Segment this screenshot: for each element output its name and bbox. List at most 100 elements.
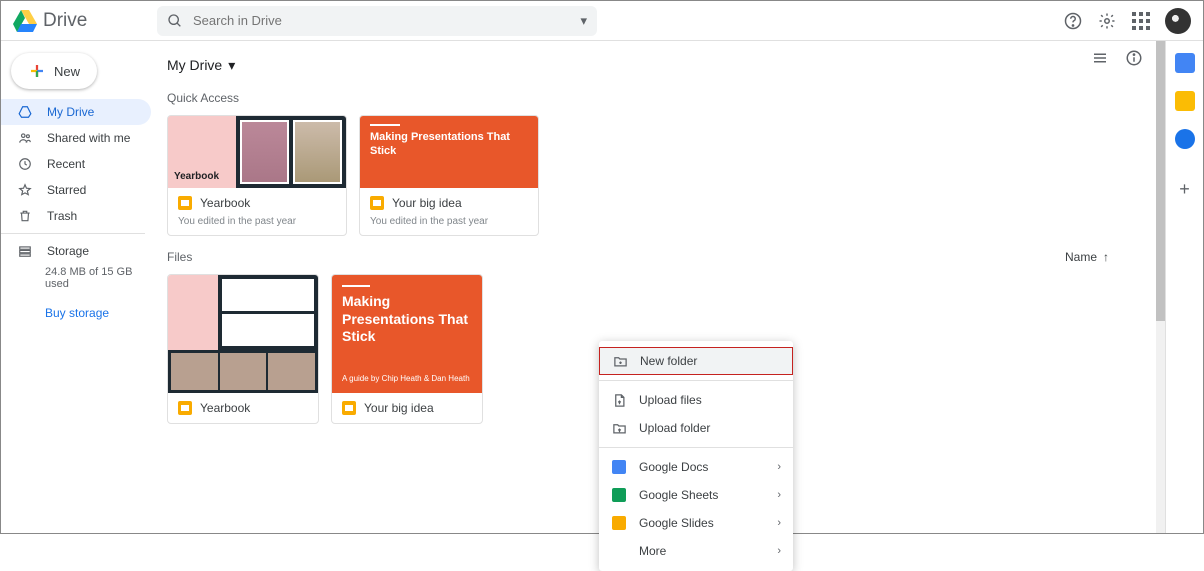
menu-google-docs[interactable]: Google Docs › — [599, 453, 793, 481]
folder-upload-icon — [611, 420, 627, 436]
storage-usage: 24.8 MB of 15 GB used — [1, 266, 151, 290]
file-card[interactable]: Making Presentations That Stick A guide … — [331, 274, 483, 424]
star-icon — [17, 183, 33, 197]
menu-label: New folder — [640, 354, 697, 368]
calendar-icon[interactable] — [1175, 53, 1195, 73]
buy-storage-link[interactable]: Buy storage — [1, 306, 151, 320]
menu-new-folder[interactable]: New folder — [599, 347, 793, 375]
thumb-label: Yearbook — [174, 171, 219, 182]
menu-upload-folder[interactable]: Upload folder — [599, 414, 793, 442]
menu-more[interactable]: More › — [599, 537, 793, 565]
file-thumbnail — [168, 275, 318, 393]
docs-icon — [611, 459, 627, 475]
file-card[interactable]: Yearbook — [167, 274, 319, 424]
quick-access-row: Yearbook Yearbook You edited in the past… — [167, 115, 1149, 236]
menu-google-slides[interactable]: Google Slides › — [599, 509, 793, 537]
my-drive-icon — [17, 105, 33, 119]
slides-icon — [178, 401, 192, 415]
header-bar: Drive ▾ — [1, 1, 1203, 41]
slides-icon — [611, 515, 627, 531]
chevron-right-icon: › — [777, 461, 781, 473]
drive-logo-icon — [13, 10, 37, 32]
file-name: Yearbook — [200, 401, 250, 415]
search-dropdown-icon[interactable]: ▾ — [580, 13, 587, 29]
file-upload-icon — [611, 392, 627, 408]
menu-label: Google Docs — [639, 460, 708, 474]
slides-icon — [342, 401, 356, 415]
file-name: Your big idea — [364, 401, 434, 415]
sheets-icon — [611, 487, 627, 503]
account-avatar[interactable] — [1165, 8, 1191, 34]
nav-label: Starred — [47, 183, 86, 197]
breadcrumb-title: My Drive — [167, 57, 222, 73]
search-bar[interactable]: ▾ — [157, 6, 597, 36]
arrow-up-icon: ↑ — [1103, 250, 1109, 264]
trash-icon — [17, 209, 33, 223]
slides-icon — [370, 196, 384, 210]
shared-icon — [17, 131, 33, 145]
nav-label: Trash — [47, 209, 77, 223]
menu-label: Google Sheets — [639, 488, 718, 502]
logo[interactable]: Drive — [13, 10, 157, 32]
menu-label: More — [639, 544, 666, 558]
help-icon[interactable] — [1063, 11, 1083, 31]
app-name: Drive — [43, 10, 87, 32]
new-button[interactable]: New — [11, 53, 97, 89]
chevron-right-icon: › — [777, 545, 781, 557]
settings-icon[interactable] — [1097, 11, 1117, 31]
nav-storage[interactable]: Storage — [1, 238, 151, 264]
sidebar: New My Drive Shared with me Recent Starr… — [1, 41, 151, 533]
menu-upload-files[interactable]: Upload files — [599, 386, 793, 414]
menu-google-sheets[interactable]: Google Sheets › — [599, 481, 793, 509]
search-input[interactable] — [193, 13, 570, 28]
nav-trash[interactable]: Trash — [1, 203, 151, 229]
apps-icon[interactable] — [1131, 11, 1151, 31]
info-icon[interactable] — [1125, 49, 1143, 70]
thumb-title: Making Presentations That Stick — [370, 130, 528, 159]
context-menu: New folder Upload files Upload folder Go… — [599, 341, 793, 571]
quick-access-title: Quick Access — [167, 91, 1149, 105]
nav-shared[interactable]: Shared with me — [1, 125, 151, 151]
qa-thumbnail: Yearbook — [168, 116, 346, 188]
qa-name: Your big idea — [392, 196, 462, 210]
nav-list: My Drive Shared with me Recent Starred T… — [1, 99, 151, 229]
quick-access-card[interactable]: Yearbook Yearbook You edited in the past… — [167, 115, 347, 236]
nav-recent[interactable]: Recent — [1, 151, 151, 177]
qa-name: Yearbook — [200, 196, 250, 210]
menu-label: Google Slides — [639, 516, 714, 530]
thumb-title: Making Presentations That Stick — [342, 293, 472, 346]
keep-icon[interactable] — [1175, 91, 1195, 111]
nav-label: My Drive — [47, 105, 94, 119]
clock-icon — [17, 157, 33, 171]
list-view-icon[interactable] — [1091, 49, 1109, 70]
header-actions — [1063, 8, 1191, 34]
chevron-right-icon: › — [777, 517, 781, 529]
qa-meta: You edited in the past year — [178, 216, 336, 227]
storage-icon — [17, 244, 33, 258]
nav-my-drive[interactable]: My Drive — [1, 99, 151, 125]
chevron-right-icon: › — [777, 489, 781, 501]
menu-label: Upload folder — [639, 421, 710, 435]
file-thumbnail: Making Presentations That Stick A guide … — [332, 275, 482, 393]
new-button-label: New — [54, 64, 80, 79]
files-title: Files — [167, 250, 192, 264]
addons-plus-icon[interactable]: + — [1179, 179, 1190, 200]
thumb-subtitle: A guide by Chip Heath & Dan Heath — [342, 374, 472, 383]
tasks-icon[interactable] — [1175, 129, 1195, 149]
menu-label: Upload files — [639, 393, 702, 407]
nav-label: Recent — [47, 157, 85, 171]
nav-label: Storage — [47, 244, 89, 258]
slides-icon — [178, 196, 192, 210]
toolbar-right — [1091, 49, 1143, 70]
search-icon — [167, 13, 183, 29]
chevron-down-icon: ▾ — [228, 57, 235, 74]
quick-access-card[interactable]: Making Presentations That Stick Your big… — [359, 115, 539, 236]
nav-starred[interactable]: Starred — [1, 177, 151, 203]
plus-icon — [28, 62, 46, 80]
breadcrumb[interactable]: My Drive ▾ — [167, 49, 1149, 81]
side-panel: + — [1165, 41, 1203, 533]
sort-label: Name — [1065, 250, 1097, 264]
nav-label: Shared with me — [47, 131, 130, 145]
scrollbar[interactable] — [1156, 41, 1165, 533]
sort-control[interactable]: Name ↑ — [1065, 250, 1109, 264]
